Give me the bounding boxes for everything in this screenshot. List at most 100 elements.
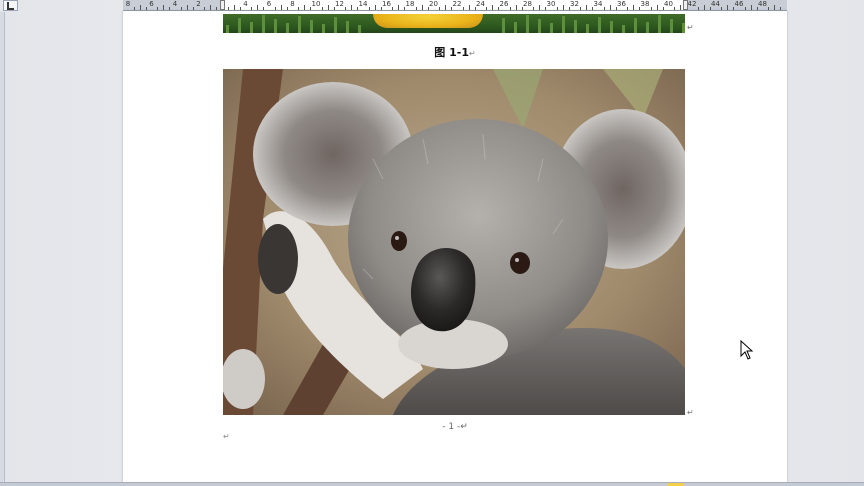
ruler-tick [780,7,782,10]
right-indent-marker[interactable] [683,0,688,10]
ruler-tick [656,5,658,10]
ruler-tick [298,7,300,10]
paragraph-mark: ↵ [460,422,468,432]
ruler-number: 8 [125,0,131,8]
ruler-tick [192,7,194,10]
vertical-ruler[interactable] [0,12,5,486]
ruler-tick [603,7,605,10]
ruler-number: 10 [311,0,321,8]
ruler-tick [251,7,253,10]
ruler-number: 18 [405,0,415,8]
ruler-number: 26 [499,0,509,8]
ruler-tick [721,7,723,10]
ruler-tick [227,7,229,10]
tab-selector-button[interactable] [3,0,18,11]
grass-blade [682,23,685,33]
ruler-tick [274,7,276,10]
ruler-number: 14 [358,0,368,8]
ruler-tick [368,7,370,10]
grass-blade [298,16,301,33]
page-number-footer[interactable]: - 1 -↵ [123,422,787,432]
grass-blade [526,15,529,33]
grass-blade [550,23,553,33]
ruler-tick [263,7,265,10]
status-bar [0,482,864,486]
ruler-tick [345,7,347,10]
flower-fragment [373,14,483,28]
grass-blade [646,22,649,33]
paragraph-mark: ↵ [223,432,230,441]
ruler-tick [697,7,699,10]
ruler-number: 38 [640,0,650,8]
previous-figure-image-bottom[interactable] [223,14,685,33]
ruler-tick [586,5,588,10]
ruler-tick [239,7,241,10]
ruler-tick [680,5,682,10]
ruler-tick [609,5,611,10]
left-indent-marker[interactable] [220,0,225,10]
grass-blade [670,19,673,33]
ruler-tick [233,5,235,10]
ruler-tick [774,5,776,10]
ruler-tick [509,7,511,10]
ruler-tick [650,7,652,10]
ruler-tick [674,7,676,10]
ruler-tick [351,5,353,10]
ruler-number: 24 [476,0,485,8]
grass-blade [334,17,337,33]
ruler-tick [768,7,770,10]
grass-blade [502,18,505,33]
figure-caption-text: 图 1-1 [434,46,469,59]
ruler-tick [556,7,558,10]
ruler-tick [439,7,441,10]
grass-blade [514,22,517,33]
ruler-tick [327,5,329,10]
grass-blade [562,16,565,33]
ruler-tick [204,7,206,10]
ruler-tick [562,5,564,10]
ruler-tick [727,5,729,10]
ruler-tick [257,5,259,10]
ruler-number: 32 [570,0,579,8]
ruler-tick [415,7,417,10]
grass-blade [322,24,325,33]
ruler-tick [492,5,494,10]
grass-blade [610,21,613,33]
ruler-tick [157,7,159,10]
ruler-tick [627,7,629,10]
grass-blade [598,17,601,33]
koala-photo[interactable] [223,69,685,415]
ruler-tick [286,7,288,10]
grass-blade [250,22,253,33]
ruler-number: 20 [429,0,438,8]
ruler-tick [580,7,582,10]
ruler-tick [468,5,470,10]
ruler-tick [139,5,141,10]
ruler-number: 48 [758,0,767,8]
grass-blade [226,25,229,33]
grass-blade [274,19,277,33]
document-page[interactable]: ↵ 图 1-1↵ ↵ - 1 -↵ ↵ [123,11,787,486]
ruler-tick [374,5,376,10]
ruler-tick [145,7,147,10]
ruler-tick [398,5,400,10]
ruler-tick [186,5,188,10]
figure-caption[interactable]: 图 1-1↵ [123,44,787,60]
ruler-number: 12 [335,0,344,8]
ruler-tick [633,5,635,10]
ruler-tick [392,7,394,10]
ruler-tick [210,5,212,10]
ruler-number: 8 [290,0,295,8]
ruler-tick [462,7,464,10]
ruler-number: 6 [149,0,154,8]
koala-image [223,69,685,415]
ruler-number: 30 [546,0,556,8]
ruler-tick [533,7,535,10]
grass-blade [358,25,361,33]
ruler-tick [515,5,517,10]
ruler-tick [539,5,541,10]
horizontal-ruler[interactable]: 8642246810121416182022242628303234363840… [123,0,787,11]
ruler-number: 34 [593,0,603,8]
left-tab-icon [7,2,14,10]
ruler-tick [304,5,306,10]
